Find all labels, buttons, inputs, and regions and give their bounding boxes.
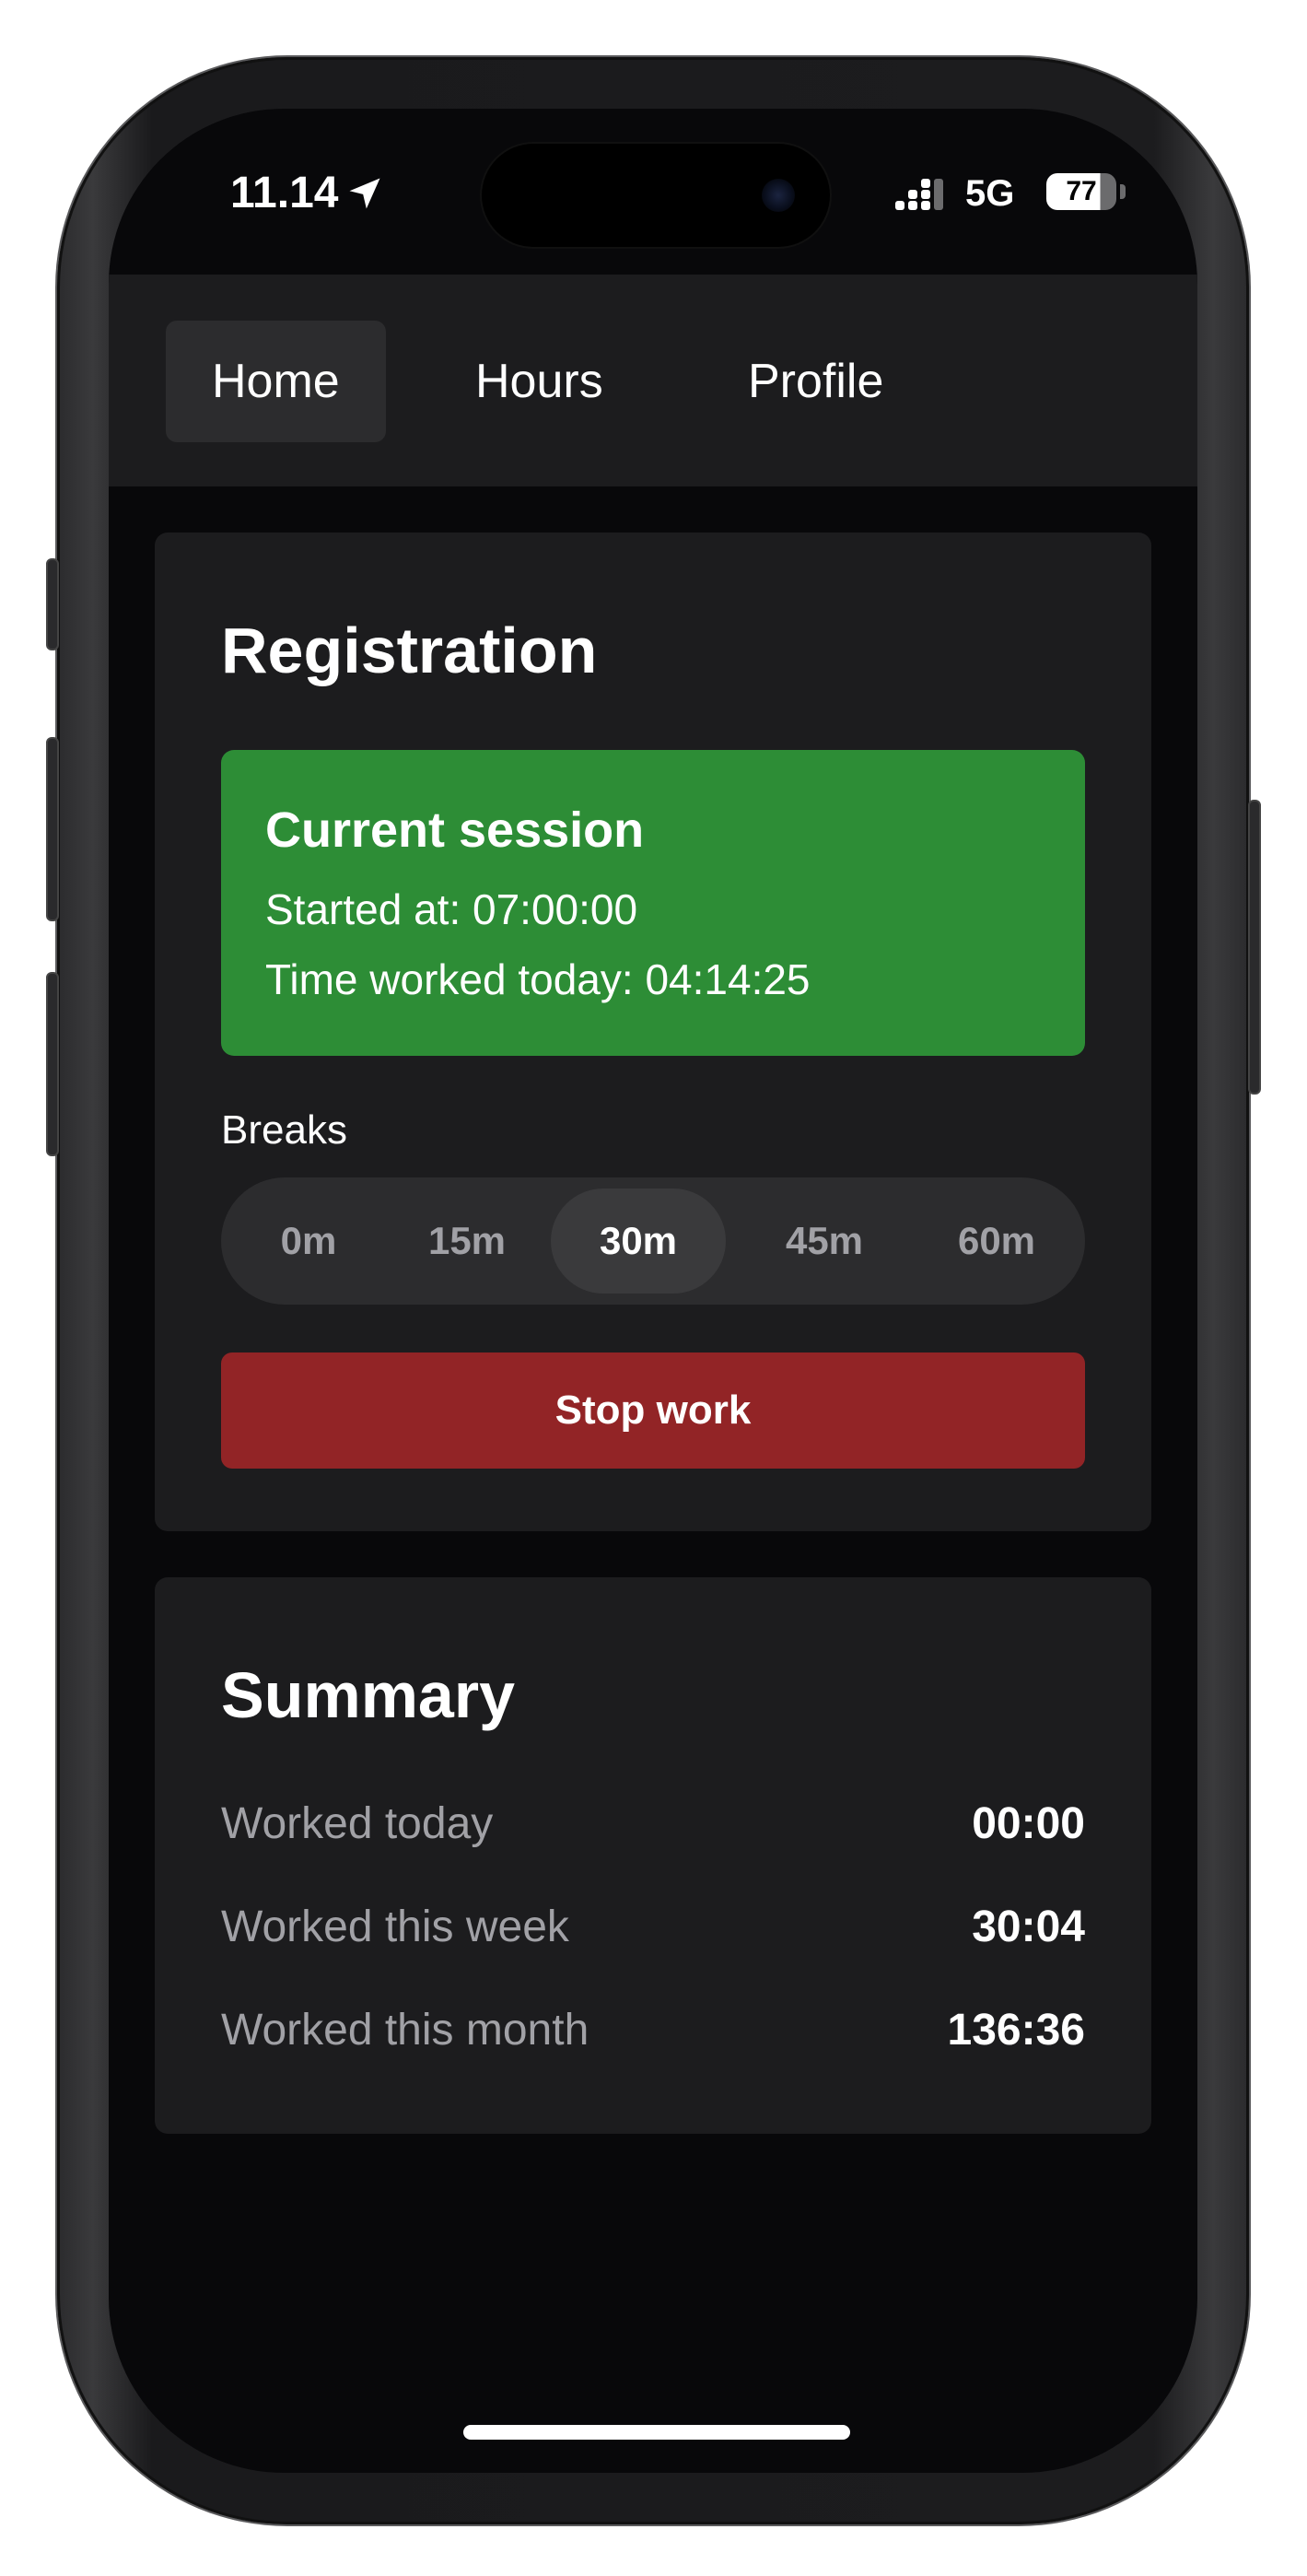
tab-profile[interactable]: Profile [702, 321, 929, 442]
battery-level: 77 [1066, 176, 1097, 206]
summary-label: Worked today [221, 1799, 494, 1848]
stop-work-button[interactable]: Stop work [221, 1352, 1085, 1469]
summary-value: 00:00 [972, 1799, 1085, 1848]
volume-down-button [46, 972, 59, 1156]
location-arrow-icon [349, 178, 380, 209]
tab-home[interactable]: Home [166, 321, 386, 442]
dynamic-island [482, 144, 830, 247]
action-button [46, 558, 59, 650]
session-title: Current session [265, 802, 645, 858]
camera-icon [762, 179, 795, 212]
break-option-0m[interactable]: 0m [239, 1188, 378, 1294]
breaks-label: Breaks [221, 1107, 347, 1153]
network-type-label: 5G [965, 173, 1015, 214]
break-selector: 0m 15m 30m 45m 60m [221, 1177, 1085, 1305]
summary-label: Worked this week [221, 1903, 569, 1951]
home-indicator[interactable] [463, 2425, 850, 2440]
session-worked-time: Time worked today: 04:14:25 [265, 955, 811, 1003]
status-time: 11.14 [230, 169, 339, 217]
current-session-box: Current session Started at: 07:00:00 Tim… [221, 750, 1085, 1056]
break-option-45m[interactable]: 45m [737, 1188, 912, 1294]
signal-icon [895, 179, 943, 210]
volume-up-button [46, 737, 59, 921]
tab-hours[interactable]: Hours [429, 321, 649, 442]
summary-card: Summary Worked today 00:00 Worked this w… [155, 1577, 1151, 2134]
session-start-time: Started at: 07:00:00 [265, 885, 638, 933]
summary-title: Summary [221, 1659, 516, 1731]
top-nav: Home Hours Profile [109, 275, 1197, 486]
battery-nub [1120, 184, 1126, 199]
summary-row-week: Worked this week 30:04 [221, 1902, 1085, 1966]
break-option-30m[interactable]: 30m [551, 1188, 726, 1294]
summary-value: 136:36 [947, 2006, 1085, 2055]
status-bar: 11.14 5G 77 [109, 109, 1197, 275]
summary-row-month: Worked this month 136:36 [221, 2005, 1085, 2069]
break-option-15m[interactable]: 15m [398, 1188, 536, 1294]
screen: 11.14 5G 77 Home Hours Profile Registrat… [109, 109, 1197, 2473]
summary-row-today: Worked today 00:00 [221, 1798, 1085, 1863]
registration-card: Registration Current session Started at:… [155, 533, 1151, 1531]
registration-title: Registration [221, 615, 598, 686]
summary-label: Worked this month [221, 2006, 589, 2055]
break-option-60m[interactable]: 60m [914, 1188, 1079, 1294]
summary-value: 30:04 [972, 1903, 1085, 1951]
power-button [1248, 800, 1261, 1095]
